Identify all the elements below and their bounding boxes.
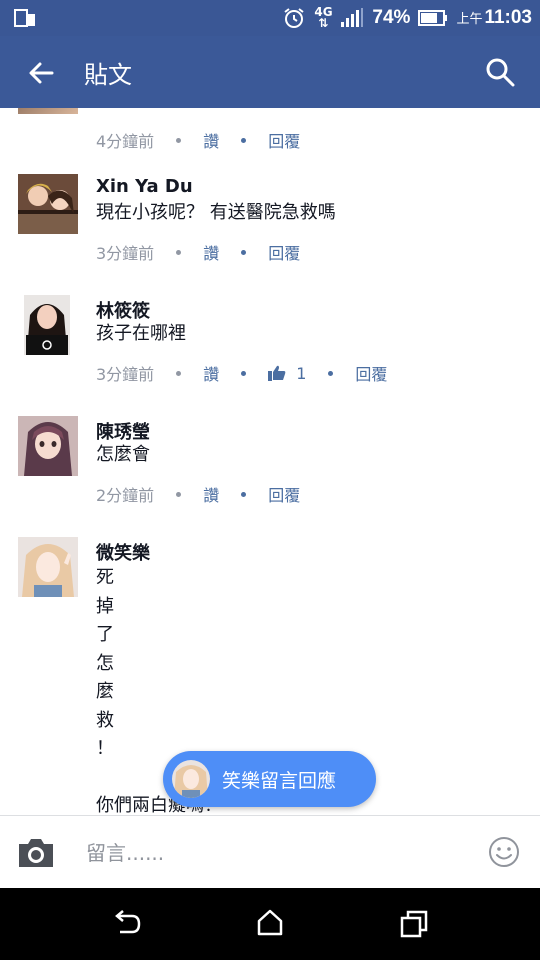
comment-line: 死 [96, 567, 114, 588]
status-bar: 4G ⇅ 74% 上午 11:03 [0, 0, 540, 36]
comment-line: 救 [96, 709, 114, 731]
signal-icon [341, 8, 364, 27]
comment-time: 3分鐘前 [96, 244, 155, 263]
comment-composer [0, 815, 540, 888]
comment-line: 掉 [96, 595, 114, 617]
comment-meta: 3分鐘前 讚 回覆 [96, 240, 300, 264]
commenter-name[interactable]: Xin Ya Du [96, 176, 193, 197]
separator-dot [328, 370, 334, 376]
screen-mirror-icon [14, 9, 35, 27]
page-avatar [172, 760, 210, 798]
commenter-avatar[interactable] [18, 108, 78, 114]
comment-text: 孩子在哪裡 [96, 323, 186, 344]
comment-text: 現在小孩呢？ 有送醫院急救嗎 [96, 202, 336, 223]
battery-icon [418, 10, 448, 26]
commenter-avatar[interactable] [24, 295, 70, 355]
like-link[interactable]: 讚 [203, 482, 219, 506]
page-title: 貼文 [84, 61, 132, 89]
like-count-thumb-icon [268, 365, 286, 381]
comment-meta: 2分鐘前 讚 回覆 [96, 482, 300, 506]
nav-recent-apps-icon[interactable] [400, 910, 428, 938]
comment-input[interactable] [86, 836, 466, 870]
clock-prefix: 上午 [456, 11, 483, 26]
commenter-name[interactable]: 微笑樂 [96, 539, 150, 565]
comment-line: 怎 [96, 652, 114, 674]
like-link[interactable]: 讚 [203, 128, 219, 152]
comment-text: 怎麼會 [96, 444, 150, 465]
commenter-avatar[interactable] [18, 174, 78, 234]
clock: 上午 11:03 [456, 7, 532, 29]
comment-line: 了 [96, 624, 114, 645]
app-header: 貼文 [0, 36, 540, 108]
emoji-icon[interactable] [488, 836, 520, 868]
search-icon[interactable] [484, 56, 516, 88]
separator-dot [241, 370, 247, 376]
camera-icon[interactable] [16, 836, 56, 870]
separator-dot [241, 491, 247, 497]
network-type-icon: 4G ⇅ [314, 5, 333, 30]
like-link[interactable]: 讚 [203, 240, 219, 264]
reply-as-page-button[interactable]: 笑樂留言回應 [163, 751, 376, 807]
reply-link[interactable]: 回覆 [355, 361, 387, 385]
reply-as-page-label: 笑樂留言回應 [222, 769, 337, 792]
like-count[interactable]: 1 [296, 364, 306, 383]
screen: 4G ⇅ 74% 上午 11:03 貼文 4分鐘前 讚 回覆 Xin Ya Du… [0, 0, 540, 960]
network-label: 4G [314, 5, 333, 19]
comment-time: 4分鐘前 [96, 132, 155, 151]
commenter-avatar[interactable] [18, 416, 78, 476]
reply-link[interactable]: 回覆 [268, 240, 300, 264]
separator-dot [176, 249, 182, 255]
reply-link[interactable]: 回覆 [268, 482, 300, 506]
reply-link[interactable]: 回覆 [268, 128, 300, 152]
separator-dot [241, 249, 247, 255]
nav-home-icon[interactable] [256, 908, 284, 936]
commenter-avatar[interactable] [18, 537, 78, 597]
comment-line: 麼 [96, 681, 114, 702]
separator-dot [241, 137, 247, 143]
alarm-icon [284, 8, 305, 28]
separator-dot [176, 137, 182, 143]
comment-meta: 3分鐘前 讚 1 回覆 [96, 361, 387, 385]
battery-percent: 74% [372, 7, 411, 28]
like-link[interactable]: 讚 [203, 361, 219, 385]
separator-dot [176, 370, 182, 376]
comment-list: 4分鐘前 讚 回覆 Xin Ya Du 現在小孩呢？ 有送醫院急救嗎 3分鐘前 [0, 108, 540, 815]
nav-back-icon[interactable] [112, 910, 142, 938]
comment-time: 2分鐘前 [96, 486, 155, 505]
clock-time: 11:03 [484, 7, 532, 28]
comment-meta: 4分鐘前 讚 回覆 [96, 128, 300, 152]
comment-time: 3分鐘前 [96, 365, 155, 384]
separator-dot [176, 491, 182, 497]
system-nav-bar [0, 888, 540, 960]
back-arrow-icon[interactable] [24, 56, 58, 90]
